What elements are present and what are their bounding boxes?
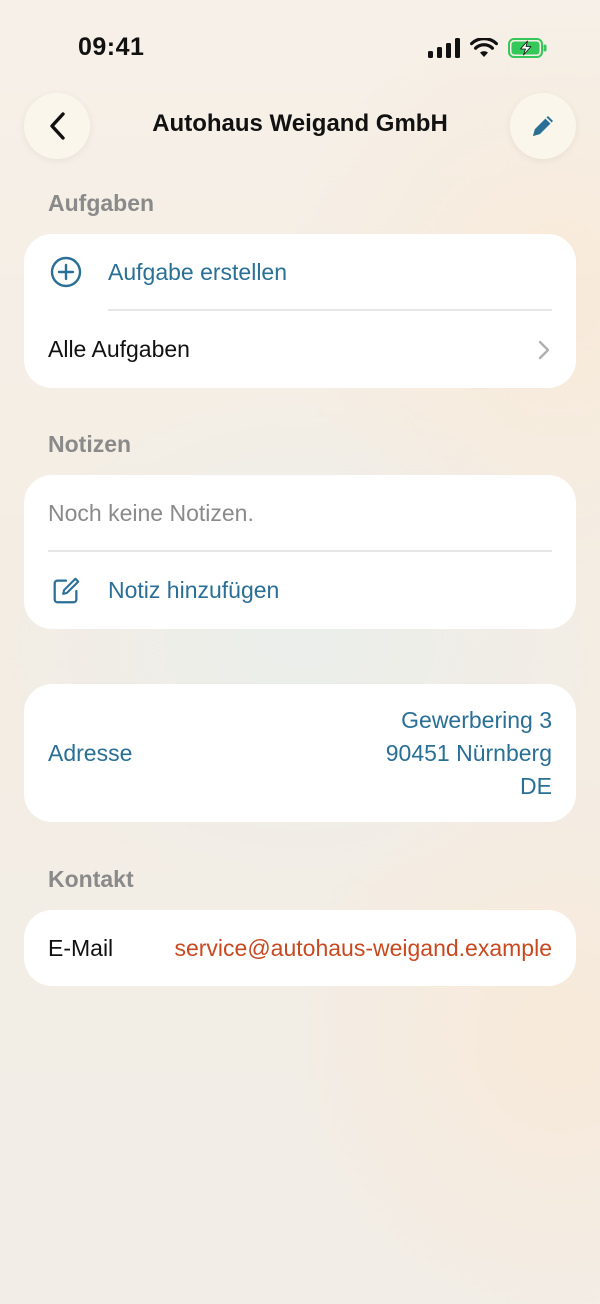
email-label: E-Mail [48,934,114,961]
contact-card: E-Mail service@autohaus-weigand.example [24,910,576,986]
address-card[interactable]: Adresse Gewerbering 3 90451 Nürnberg DE [24,684,576,822]
cellular-signal-icon [428,38,460,58]
notes-section-header: Notizen [48,431,132,457]
address-label: Adresse [48,739,133,766]
tasks-section-header: Aufgaben [48,190,155,216]
notes-card: Noch keine Notizen. Notiz hinzufügen [24,475,576,629]
wifi-icon [470,38,498,58]
address-row[interactable]: Adresse Gewerbering 3 90451 Nürnberg DE [24,684,576,822]
status-bar: 09:41 [0,0,600,96]
back-button[interactable] [24,93,90,159]
plus-circle-icon [50,256,82,288]
address-value: Gewerbering 3 90451 Nürnberg DE [386,704,552,803]
add-note-button[interactable]: Notiz hinzufügen [24,552,576,629]
tasks-card: Aufgabe erstellen Alle Aufgaben [24,234,576,388]
add-note-label: Notiz hinzufügen [108,577,280,603]
page-title: Autohaus Weigand GmbH [152,110,448,137]
address-line-street: Gewerbering 3 [401,706,552,733]
pencil-icon [528,111,558,141]
all-tasks-row[interactable]: Alle Aufgaben [24,311,576,388]
status-icons [428,38,548,58]
notes-empty-row: Noch keine Notizen. [24,475,576,551]
create-task-button[interactable]: Aufgabe erstellen [24,234,576,310]
address-line-city: 90451 Nürnberg [385,739,552,766]
create-task-label: Aufgabe erstellen [108,258,288,285]
chevron-left-icon [48,111,66,141]
email-link[interactable]: service@autohaus-weigand.example [174,935,552,962]
compose-icon [50,575,82,607]
battery-charging-icon [508,38,548,58]
notes-empty-text: Noch keine Notizen. [48,499,254,526]
edit-button[interactable] [510,93,576,159]
contact-section-header: Kontakt [48,866,134,892]
status-time: 09:41 [78,33,145,61]
all-tasks-label: Alle Aufgaben [48,336,190,362]
email-row[interactable]: E-Mail service@autohaus-weigand.example [24,910,576,986]
address-line-country: DE [520,772,552,799]
chevron-right-icon [538,340,550,360]
